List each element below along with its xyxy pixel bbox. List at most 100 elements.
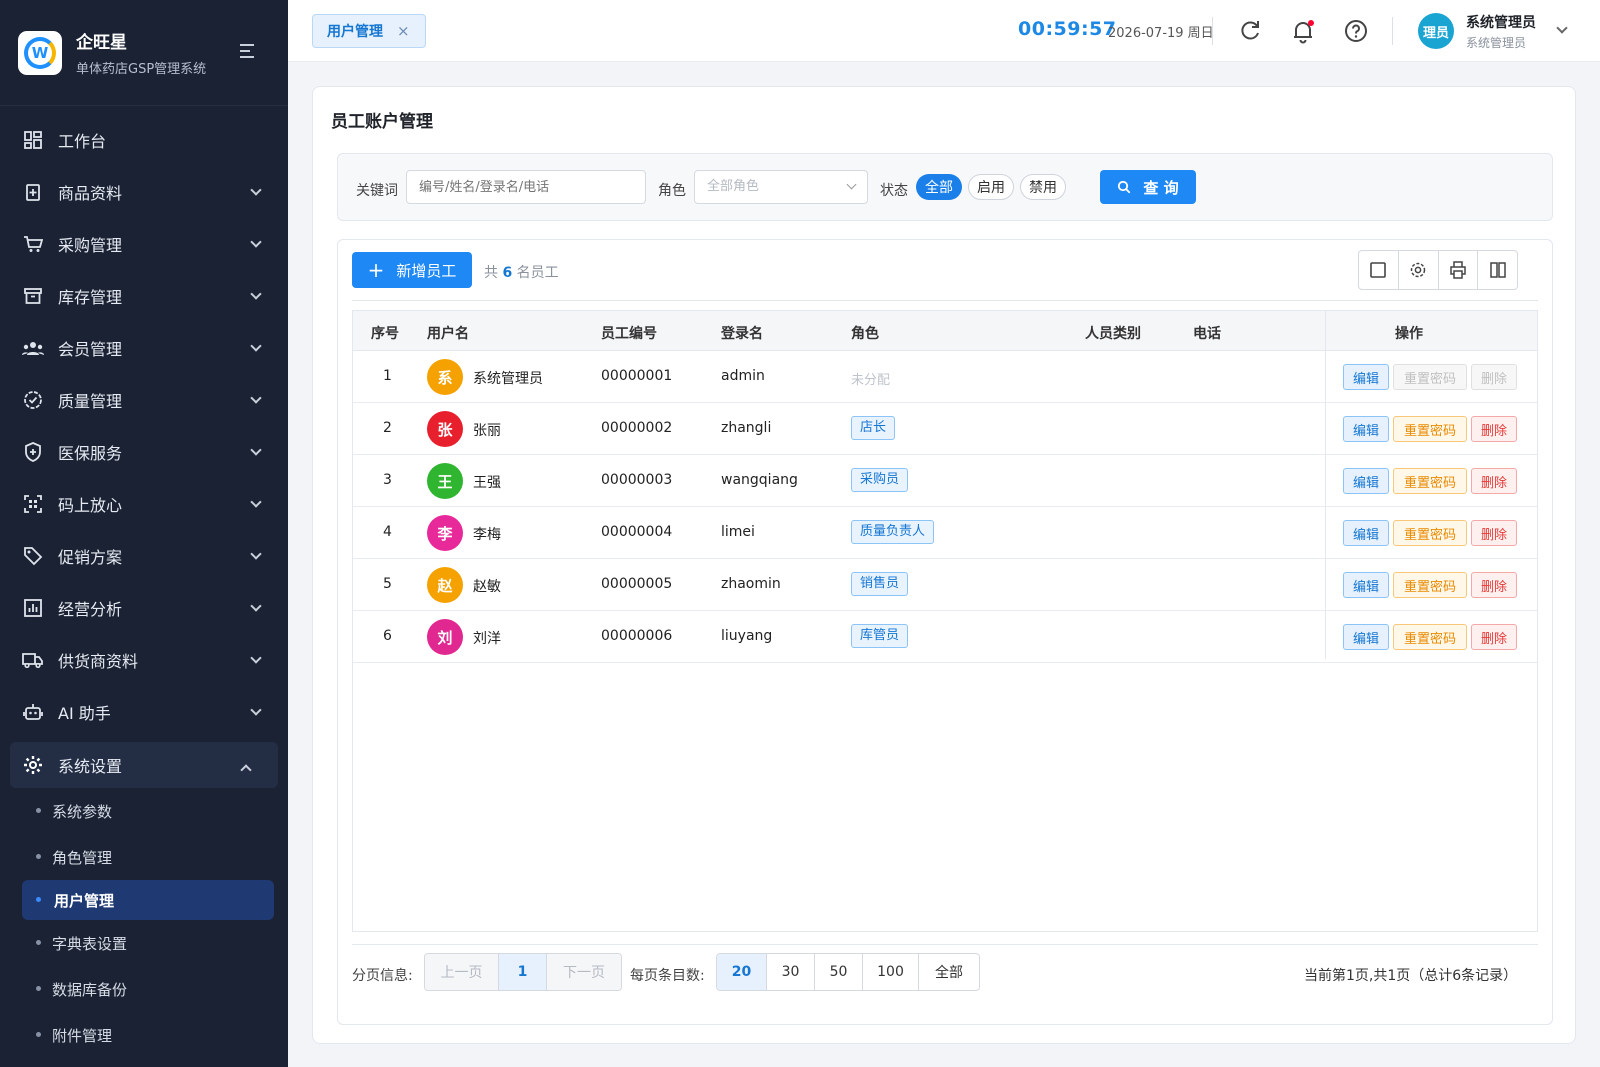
sidebar-subitem-db-backup[interactable]: 数据库备份 [0,966,288,1012]
delete-button[interactable]: 删除 [1471,416,1517,442]
sidebar-item-products[interactable]: 商品资料 [0,166,288,218]
role-label: 角色 [658,183,686,199]
brand-name: 企旺星 [76,33,127,53]
role-tag: 库管员 [851,624,909,648]
page-size-20[interactable]: 20 [717,954,767,990]
refresh-icon[interactable] [1237,18,1263,44]
sidebar-item-system-settings[interactable]: 系统设置 [10,742,278,788]
avatar[interactable]: 理员 [1418,13,1454,49]
cell-username: 赵敏 [473,579,501,595]
collapse-menu-icon[interactable] [240,44,260,62]
sidebar-subitem-label: 系统参数 [52,802,113,821]
sidebar-item-promotions[interactable]: 促销方案 [0,530,288,582]
sidebar-item-code-trace[interactable]: 码上放心 [0,478,288,530]
sidebar-subitem-label: 数据库备份 [52,980,128,999]
page-size-50[interactable]: 50 [815,954,863,990]
sidebar-item-members[interactable]: 会员管理 [0,322,288,374]
columns-icon[interactable] [1478,251,1517,289]
edit-button[interactable]: 编辑 [1343,572,1389,598]
sidebar-item-label: 经营分析 [58,600,123,619]
sidebar-item-quality[interactable]: 质量管理 [0,374,288,426]
sidebar: W 企旺星 单体药店GSP管理系统 工作台 商品资料 采购管理 库存管理 会员管… [0,0,288,1067]
clock: 00:59:57 [1018,18,1117,40]
status-disabled-pill[interactable]: 禁用 [1020,174,1066,200]
role-unassigned: 未分配 [851,373,891,388]
sidebar-item-analytics[interactable]: 经营分析 [0,582,288,634]
reset-password-button[interactable]: 重置密码 [1393,364,1467,390]
edit-button[interactable]: 编辑 [1343,468,1389,494]
delete-button[interactable]: 删除 [1471,624,1517,650]
settings-gear-icon[interactable] [1399,251,1439,289]
status-enabled-pill[interactable]: 启用 [968,174,1014,200]
sidebar-item-purchase[interactable]: 采购管理 [0,218,288,270]
add-employee-button[interactable]: + 新增员工 [352,252,472,288]
tag-icon [22,545,44,567]
query-button[interactable]: 查 询 [1100,170,1196,204]
cell-no: 4 [383,524,392,540]
sidebar-item-label: 会员管理 [58,340,123,359]
sidebar-item-label: 工作台 [58,132,107,151]
user-name[interactable]: 系统管理员 [1466,12,1536,32]
close-icon[interactable]: × [397,22,410,40]
query-button-label: 查 询 [1143,178,1179,197]
edit-button[interactable]: 编辑 [1343,520,1389,546]
sidebar-subitem-attachments[interactable]: 附件管理 [0,1012,288,1058]
edit-button[interactable]: 编辑 [1343,364,1389,390]
reset-password-button[interactable]: 重置密码 [1393,572,1467,598]
sidebar-item-ai-assistant[interactable]: AI 助手 [0,686,288,738]
chevron-down-icon[interactable] [1556,22,1568,34]
edit-button[interactable]: 编辑 [1343,416,1389,442]
sidebar-item-dashboard[interactable]: 工作台 [0,114,288,166]
sidebar-subitem-users[interactable]: 用户管理 [22,880,274,920]
status-all-pill[interactable]: 全部 [916,174,962,200]
sidebar-item-inventory[interactable]: 库存管理 [0,270,288,322]
edit-button[interactable]: 编辑 [1343,624,1389,650]
page-number-current[interactable]: 1 [499,954,547,990]
sidebar-subitem-dictionary[interactable]: 字典表设置 [0,920,288,966]
sidebar-subitem-system-params[interactable]: 系统参数 [0,788,288,834]
keyword-input[interactable] [406,170,646,204]
product-icon [22,181,44,203]
help-icon[interactable] [1343,18,1369,44]
sidebar-item-medical-insurance[interactable]: 医保服务 [0,426,288,478]
chevron-up-icon [240,764,252,776]
select-all-checkbox-icon[interactable] [1359,251,1399,289]
delete-button[interactable]: 删除 [1471,364,1517,390]
keyword-label: 关键词 [356,183,398,199]
sidebar-item-label: 促销方案 [58,548,123,567]
sidebar-item-suppliers[interactable]: 供货商资料 [0,634,288,686]
reset-password-button[interactable]: 重置密码 [1393,624,1467,650]
page-size-all[interactable]: 全部 [919,954,979,990]
cell-login: limei [721,524,755,540]
table-panel: + 新增员工 共 6 名员工 序号 用户名 员工编号 登录名 角色 人员类别 电话… [337,239,1553,1025]
tab-user-management[interactable]: 用户管理 × [312,14,426,48]
avatar: 王 [427,463,463,499]
sidebar-item-label: 系统设置 [58,757,123,776]
sidebar-subitem-roles[interactable]: 角色管理 [0,834,288,880]
page-size-label: 每页条目数: [630,968,705,984]
page-size-100[interactable]: 100 [863,954,919,990]
delete-button[interactable]: 删除 [1471,468,1517,494]
print-icon[interactable] [1439,251,1479,289]
sidebar-menu: 工作台 商品资料 采购管理 库存管理 会员管理 质量管理 医保服务 码上放心 促… [0,106,288,1058]
chevron-down-icon [250,444,262,456]
reset-password-button[interactable]: 重置密码 [1393,416,1467,442]
reset-password-button[interactable]: 重置密码 [1393,468,1467,494]
sidebar-item-label: 供货商资料 [58,652,139,671]
chevron-down-icon [250,548,262,560]
sidebar-item-label: 码上放心 [58,496,123,515]
next-page-button[interactable]: 下一页 [547,954,621,990]
delete-button[interactable]: 删除 [1471,572,1517,598]
delete-button[interactable]: 删除 [1471,520,1517,546]
brand-subtitle: 单体药店GSP管理系统 [76,62,207,77]
cell-username: 张丽 [473,423,501,439]
reset-password-button[interactable]: 重置密码 [1393,520,1467,546]
cell-no: 1 [383,368,392,384]
archive-icon [22,285,44,307]
chevron-down-icon [250,236,262,248]
page-size-30[interactable]: 30 [767,954,815,990]
role-select[interactable]: 全部角色 [694,170,868,204]
dashboard-icon [22,129,44,151]
bell-icon[interactable] [1290,18,1316,44]
prev-page-button[interactable]: 上一页 [425,954,499,990]
